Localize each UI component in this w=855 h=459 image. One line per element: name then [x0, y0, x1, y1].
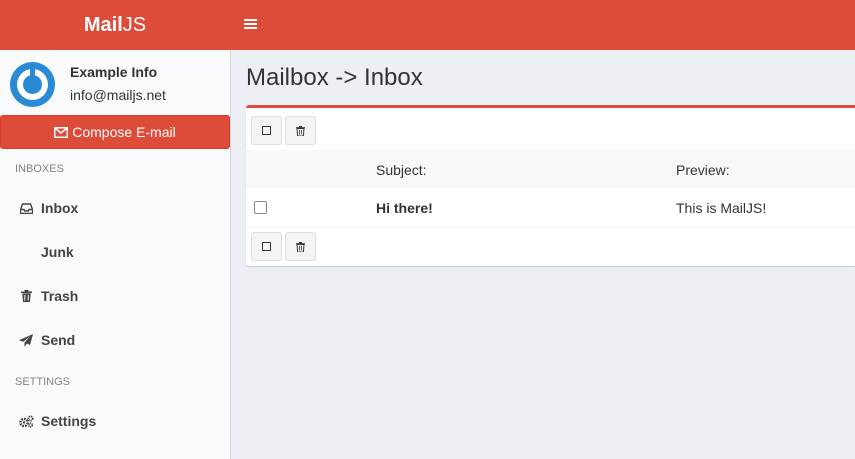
inbox-icon	[18, 202, 34, 214]
mailbox-panel: Subject: Preview: Hi there! This is Mail…	[246, 105, 855, 266]
sidebar-item-label: Settings	[41, 413, 97, 429]
trash-icon	[296, 241, 305, 252]
delete-button[interactable]	[285, 116, 316, 145]
sidebar-item-junk[interactable]: Junk	[0, 232, 230, 272]
square-icon	[262, 242, 271, 251]
compose-email-button[interactable]: Compose E-mail	[0, 115, 230, 149]
sidebar-item-label: Junk	[41, 244, 74, 260]
sidebar-item-send[interactable]: Send	[0, 320, 230, 360]
logo-rest-text: JS	[122, 13, 147, 36]
sidebar-item-label: Send	[41, 332, 76, 348]
select-all-button-bottom[interactable]	[251, 232, 282, 261]
trash-icon	[18, 290, 34, 302]
user-email: info@mailjs.net	[70, 87, 166, 103]
paper-plane-icon	[18, 333, 34, 347]
top-navbar	[230, 0, 855, 50]
table-row[interactable]: Hi there! This is MailJS!	[246, 188, 855, 228]
table-header: Subject: Preview:	[246, 150, 855, 188]
trash-icon	[296, 125, 305, 136]
sidebar-item-settings[interactable]: Settings	[0, 401, 230, 441]
cogs-icon	[18, 414, 34, 428]
sidebar-item-trash[interactable]: Trash	[0, 276, 230, 316]
square-icon	[262, 126, 271, 135]
app-logo[interactable]: Mail JS	[0, 0, 230, 50]
page-title: Mailbox -> Inbox	[246, 64, 423, 91]
section-header-settings: SETTINGS	[15, 376, 71, 388]
row-subject[interactable]: Hi there!	[376, 200, 433, 216]
sidebar-item-inbox[interactable]: Inbox	[0, 188, 230, 228]
section-header-inboxes: INBOXES	[15, 163, 64, 175]
sidebar-item-label: Inbox	[41, 200, 79, 216]
avatar	[10, 62, 55, 107]
user-panel: Example Info info@mailjs.net	[10, 60, 220, 110]
row-preview: This is MailJS!	[676, 200, 767, 216]
column-header-preview: Preview:	[676, 162, 730, 178]
sidebar-toggle-icon[interactable]	[244, 17, 258, 33]
sidebar: Example Info info@mailjs.net Compose E-m…	[0, 50, 231, 459]
select-all-button[interactable]	[251, 116, 282, 145]
logo-bold-text: Mail	[83, 13, 123, 36]
envelope-icon	[54, 126, 69, 138]
row-checkbox[interactable]	[254, 201, 267, 214]
sidebar-item-label: Trash	[41, 288, 79, 304]
user-name: Example Info	[70, 64, 158, 80]
column-header-subject: Subject:	[376, 162, 427, 178]
delete-button-bottom[interactable]	[285, 232, 316, 261]
compose-email-label: Compose E-mail	[72, 124, 176, 140]
